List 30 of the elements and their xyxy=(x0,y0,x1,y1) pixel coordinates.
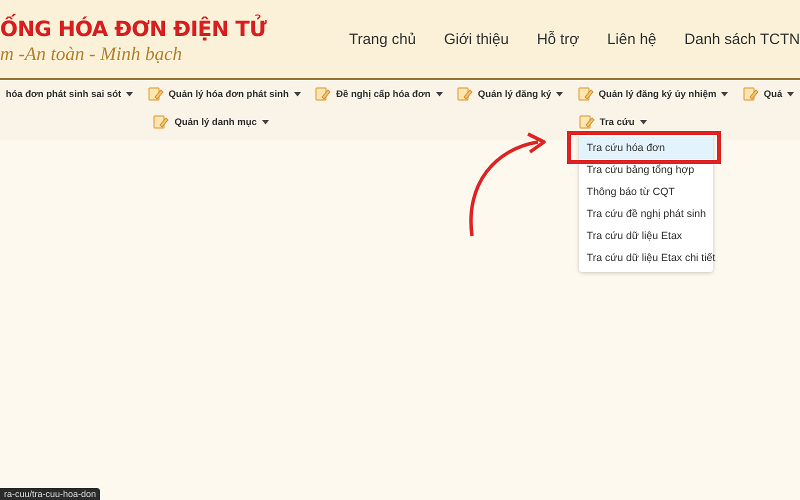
nav-link[interactable]: Liên hệ xyxy=(607,30,656,48)
status-url: ra-cuu/tra-cuu-hoa-don xyxy=(0,488,100,500)
dropdown-item[interactable]: Thông báo từ CQT xyxy=(578,181,713,203)
menu-link[interactable]: Quản lý đăng ký ủy nhiệm xyxy=(598,88,716,100)
caret-icon xyxy=(126,92,134,96)
caret-icon xyxy=(556,92,564,96)
nav-link[interactable]: Trang chủ xyxy=(348,30,416,48)
menu-link[interactable]: Quản lý đăng ký xyxy=(478,88,552,100)
menu-link[interactable]: Đề nghị cấp hóa đơn xyxy=(336,88,431,100)
nav-link[interactable]: Giới thiệu xyxy=(444,30,509,48)
menu-link[interactable]: Quả xyxy=(764,88,782,100)
caret-icon xyxy=(721,92,728,96)
nav-link[interactable]: Danh sách TCTN xyxy=(684,30,800,48)
dropdown-item[interactable]: Tra cứu dữ liệu Etax chi tiết xyxy=(578,247,713,269)
site-slogan: m -An toàn - Minh bạch xyxy=(0,44,182,66)
menu-link[interactable]: Tra cứu xyxy=(600,116,635,128)
dropdown-item[interactable]: Tra cứu dữ liệu Etax xyxy=(578,225,713,247)
dropdown-item[interactable]: Tra cứu hóa đơn xyxy=(578,137,713,159)
caret-icon xyxy=(640,120,647,124)
menu-link[interactable]: Quản lý hóa đơn phát sinh xyxy=(168,88,289,100)
dropdown-item[interactable]: Tra cứu bảng tổng hợp xyxy=(578,159,713,181)
caret-icon xyxy=(436,92,443,96)
caret-icon xyxy=(262,120,269,124)
caret-icon xyxy=(787,92,794,96)
menu-link[interactable]: Quản lý danh mục xyxy=(174,116,257,128)
nav-link[interactable]: Hỗ trợ xyxy=(536,30,580,48)
caret-icon xyxy=(294,92,301,96)
menu-link[interactable]: hóa đơn phát sinh sai sót xyxy=(6,88,122,100)
site-title: ỐNG HÓA ĐƠN ĐIỆN TỬ xyxy=(0,12,266,44)
dropdown-item[interactable]: Tra cứu đề nghị phát sinh xyxy=(578,203,713,225)
